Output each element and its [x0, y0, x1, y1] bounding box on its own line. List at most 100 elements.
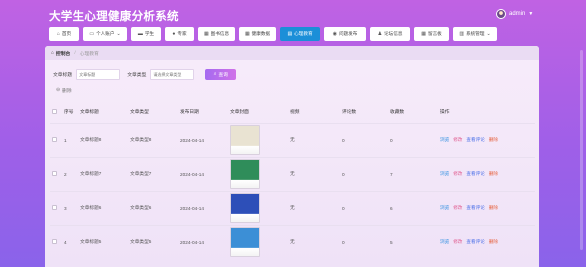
cell-ops: 浏览 修改 查看评论 删除	[440, 224, 535, 259]
delete-button[interactable]: 删除	[489, 171, 498, 177]
cell-title: 文章标题7	[80, 156, 130, 191]
nav-psych-education[interactable]: ▤ 心理教育	[280, 27, 320, 41]
nav-label: 学生	[144, 31, 155, 36]
cell-cover	[230, 224, 290, 259]
nav-label: 健康数据	[251, 31, 271, 36]
type-select[interactable]	[150, 68, 195, 80]
cell-ops: 浏览 修改 查看评论 删除	[440, 122, 535, 157]
cell-type: 文章类型5	[130, 224, 180, 259]
breadcrumb-home-icon: ⌂	[51, 50, 54, 56]
cell-type: 文章类型8	[130, 122, 180, 157]
chevron-down-icon: ⌄	[486, 31, 491, 37]
cell-video: 无	[290, 224, 342, 259]
cell-title: 文章标题8	[80, 122, 130, 157]
chevron-down-icon: ⌄	[116, 31, 121, 37]
view-comments-button[interactable]: 查看评论	[466, 205, 484, 211]
grid-icon: ▦	[421, 31, 426, 37]
cell-type: 文章类型7	[130, 156, 180, 191]
row-checkbox[interactable]	[52, 239, 57, 245]
view-comments-button[interactable]: 查看评论	[466, 239, 484, 245]
delete-button[interactable]: 删除	[489, 137, 498, 143]
nav-label: 专家	[177, 31, 187, 36]
type-filter-label: 文章类型	[127, 72, 147, 78]
nav-label: 个人账户	[96, 31, 115, 36]
nav-expert[interactable]: ● 专家	[165, 27, 194, 41]
breadcrumb-home[interactable]: 控制台	[56, 50, 70, 57]
cell-favorites: 5	[390, 224, 440, 259]
edit-button[interactable]: 修改	[453, 205, 462, 211]
cell-cover	[230, 122, 290, 157]
page-scrollbar[interactable]	[580, 50, 583, 250]
search-button-label: 查询	[218, 72, 229, 78]
cover-image	[230, 159, 260, 189]
cell-ops: 浏览 修改 查看评论 删除	[440, 190, 535, 225]
cover-image	[230, 227, 260, 258]
user-menu[interactable]: admin ▼	[496, 9, 533, 19]
nav-system[interactable]: ▥ 系统管理 ⌄	[453, 27, 497, 41]
nav-question-post[interactable]: ◉ 问题发布	[324, 27, 366, 41]
nav-forum[interactable]: ♟ 论坛信息	[370, 27, 410, 41]
nav-account[interactable]: ▭ 个人账户 ⌄	[83, 27, 127, 41]
cell-date: 2024-04-14	[180, 224, 230, 259]
delete-button[interactable]: 删除	[489, 205, 498, 211]
nav-label: 系统管理	[466, 31, 485, 36]
edit-button[interactable]: 修改	[453, 171, 462, 177]
title-filter-label: 文章标题	[53, 72, 73, 78]
cell-favorites: 7	[390, 156, 440, 191]
row-checkbox[interactable]	[52, 171, 57, 176]
row-select-cell	[50, 224, 64, 259]
nav-student[interactable]: ▬ 学生	[131, 27, 161, 41]
nav-message-board[interactable]: ▦ 留言板	[414, 27, 449, 41]
col-index: 序号	[64, 109, 74, 115]
row-checkbox[interactable]	[52, 205, 57, 210]
edit-button[interactable]: 修改	[453, 137, 462, 143]
view-button[interactable]: 浏览	[440, 137, 449, 143]
col-type: 文章类型	[130, 109, 149, 115]
table-row: 3 文章标题6 文章类型6 2024-04-14 无 0 6 浏览 修改 查看评…	[50, 190, 535, 225]
cell-index: 4	[64, 224, 80, 259]
grid-icon: ▦	[203, 31, 209, 37]
edit-button[interactable]: 修改	[453, 239, 462, 245]
title-search-input[interactable]	[76, 68, 121, 80]
view-button[interactable]: 浏览	[440, 239, 449, 245]
cell-comments: 0	[342, 156, 390, 191]
nav-health-data[interactable]: ▦ 健康数据	[239, 27, 276, 41]
select-all-checkbox[interactable]	[52, 109, 57, 115]
username: admin	[509, 11, 526, 17]
batch-delete-button[interactable]: ⊖ 删除	[56, 86, 72, 94]
cell-index: 2	[64, 156, 80, 191]
home-icon: ⌂	[56, 31, 60, 37]
app-title: 大学生心理健康分析系统	[49, 9, 179, 23]
user-icon: ♟	[377, 31, 383, 37]
cell-title: 文章标题6	[80, 190, 130, 225]
nav-label: 留言板	[427, 31, 442, 36]
view-button[interactable]: 浏览	[440, 171, 449, 177]
nav-label: 论坛信息	[384, 31, 403, 36]
main-nav: ⌂ 首页 ▭ 个人账户 ⌄ ▬ 学生 ● 专家 ▦ 图书信息 ▦ 健康数据 ▤ 心理教育 ◉ 问题…	[49, 27, 536, 41]
delete-label: 删除	[62, 88, 72, 94]
breadcrumb-current: 心理教育	[79, 51, 99, 57]
cell-ops: 浏览 修改 查看评论 删除	[440, 156, 535, 191]
col-video: 视频	[290, 109, 300, 115]
view-comments-button[interactable]: 查看评论	[466, 137, 484, 143]
nav-home[interactable]: ⌂ 首页	[49, 27, 79, 41]
col-ops: 操作	[440, 109, 450, 115]
row-select-cell	[50, 122, 64, 157]
view-button[interactable]: 浏览	[440, 205, 449, 211]
nav-books[interactable]: ▦ 图书信息	[198, 27, 235, 41]
delete-button[interactable]: 删除	[489, 239, 498, 245]
cell-index: 1	[64, 122, 80, 157]
row-checkbox[interactable]	[52, 137, 57, 142]
search-button[interactable]: ⌕ 查询	[205, 68, 237, 80]
view-comments-button[interactable]: 查看评论	[466, 171, 484, 177]
table-row: 4 文章标题5 文章类型5 2024-04-14 无 0 5 浏览 修改 查看评…	[50, 224, 535, 259]
monitor-icon: ▬	[137, 31, 143, 37]
person-icon: ●	[172, 31, 176, 37]
chevron-down-icon: ▼	[528, 11, 534, 17]
top-header: 大学生心理健康分析系统 admin ▼	[0, 0, 586, 27]
account-icon: ▭	[89, 31, 95, 37]
content-panel: ⌂ 控制台 / 心理教育 文章标题 文章类型 ⌕查询 ⊖删除 序号 文章标题 文…	[45, 46, 539, 267]
search-bar: 文章标题 文章类型 ⌕查询	[53, 68, 237, 80]
cell-favorites: 0	[390, 122, 440, 157]
cell-comments: 0	[342, 122, 390, 157]
